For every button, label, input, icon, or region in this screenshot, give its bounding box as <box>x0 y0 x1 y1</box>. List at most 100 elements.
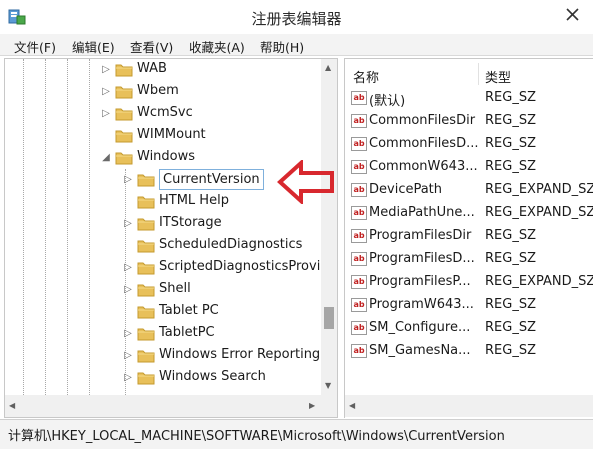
string-value-icon: ab <box>351 298 367 312</box>
expand-arrow-icon[interactable]: ▷ <box>122 261 134 275</box>
folder-icon <box>115 130 133 143</box>
tree-item[interactable]: ▷ WAB <box>5 59 321 81</box>
expand-arrow-icon <box>122 195 134 209</box>
tree-vertical-scrollbar[interactable]: ▲ ▼ <box>321 59 337 395</box>
value-type: REG_SZ <box>485 343 536 358</box>
tree-item[interactable]: ▷ Wbem <box>5 81 321 103</box>
expand-arrow-icon[interactable]: ▷ <box>100 63 112 77</box>
values-list[interactable]: 名称 类型 ab (默认) REG_SZ ab CommonFilesDir REG_SZ… <box>344 58 593 418</box>
string-value-icon: ab <box>351 137 367 151</box>
tree-item[interactable]: ScheduledDiagnostics <box>5 235 321 257</box>
value-name: MediaPathUne... <box>369 205 475 220</box>
scroll-right-icon[interactable]: ▶ <box>309 401 315 410</box>
tree-item[interactable]: HTML Help <box>5 191 321 213</box>
registry-tree[interactable]: ▷ WAB ▷ Wbem ▷ WcmSvc WIMMount ◢ Windows ▷ Current… <box>4 58 338 418</box>
tree-item-label: CurrentVersion <box>159 169 264 190</box>
value-row[interactable]: ab ProgramW643... REG_SZ <box>345 294 593 316</box>
value-name: SM_Configure... <box>369 320 471 335</box>
value-row[interactable]: ab CommonFilesD... REG_SZ <box>345 133 593 155</box>
scroll-up-icon[interactable]: ▲ <box>325 63 331 72</box>
expand-arrow-icon[interactable]: ▷ <box>100 107 112 121</box>
scroll-left-icon[interactable]: ◀ <box>349 401 355 410</box>
value-name: ProgramFilesD... <box>369 251 475 266</box>
menu-view[interactable]: 查看(V) <box>130 37 173 56</box>
value-row[interactable]: ab ProgramFilesD... REG_SZ <box>345 248 593 270</box>
value-row[interactable]: ab ProgramFilesP... REG_EXPAND_SZ <box>345 271 593 293</box>
expand-arrow-icon[interactable]: ▷ <box>122 283 134 297</box>
menu-help[interactable]: 帮助(H) <box>260 37 304 56</box>
column-header-name[interactable]: 名称 <box>353 67 379 86</box>
expand-arrow-icon[interactable]: ◢ <box>100 151 112 165</box>
string-value-icon: ab <box>351 344 367 358</box>
string-value-icon: ab <box>351 114 367 128</box>
value-name: (默认) <box>369 94 406 109</box>
value-row[interactable]: ab DevicePath REG_EXPAND_SZ <box>345 179 593 201</box>
tree-item-label: WcmSvc <box>137 105 193 120</box>
scroll-left-icon[interactable]: ◀ <box>9 401 15 410</box>
tree-item[interactable]: ▷ Windows Error Reporting <box>5 345 321 367</box>
list-horizontal-scrollbar[interactable]: ◀ <box>345 395 593 417</box>
value-type: REG_SZ <box>485 228 536 243</box>
tree-horizontal-scrollbar[interactable]: ◀ ▶ <box>5 395 337 417</box>
value-row[interactable]: ab CommonW643... REG_SZ <box>345 156 593 178</box>
scroll-down-icon[interactable]: ▼ <box>325 381 331 390</box>
value-row[interactable]: ab MediaPathUne... REG_EXPAND_SZ <box>345 202 593 224</box>
scrollbar-thumb[interactable] <box>324 307 334 329</box>
string-value-icon: ab <box>351 229 367 243</box>
value-type: REG_SZ <box>485 113 536 128</box>
expand-arrow-icon[interactable]: ▷ <box>122 173 134 187</box>
menu-edit[interactable]: 编辑(E) <box>72 37 115 56</box>
column-divider[interactable] <box>478 63 479 85</box>
tree-item[interactable]: ▷ WcmSvc <box>5 103 321 125</box>
expand-arrow-icon[interactable]: ▷ <box>122 217 134 231</box>
tree-item[interactable]: ▷ ScriptedDiagnosticsProvi <box>5 257 321 279</box>
tree-item[interactable]: ▷ TabletPC <box>5 323 321 345</box>
tree-item-label: Windows <box>137 149 196 164</box>
folder-icon <box>137 372 155 385</box>
value-row[interactable]: ab (默认) REG_SZ <box>345 87 593 109</box>
value-row[interactable]: ab SM_Configure... REG_SZ <box>345 317 593 339</box>
tree-item[interactable]: ▷ Shell <box>5 279 321 301</box>
value-name: CommonFilesD... <box>369 136 479 151</box>
tree-item-label: ITStorage <box>159 215 222 230</box>
menu-bar: 文件(F) 编辑(E) 查看(V) 收藏夹(A) 帮助(H) <box>0 34 593 56</box>
close-icon[interactable] <box>561 4 587 26</box>
tree-item[interactable]: Tablet PC <box>5 301 321 323</box>
tree-item-label: TabletPC <box>159 325 215 340</box>
value-type: REG_EXPAND_SZ <box>485 182 593 197</box>
tree-item[interactable]: ▷ CurrentVersion <box>5 169 321 191</box>
registry-path: 计算机\HKEY_LOCAL_MACHINE\SOFTWARE\Microsof… <box>8 429 505 444</box>
tree-item[interactable]: WIMMount <box>5 125 321 147</box>
value-name: ProgramFilesP... <box>369 274 471 289</box>
folder-icon <box>115 108 133 121</box>
expand-arrow-icon[interactable]: ▷ <box>100 85 112 99</box>
tree-item-label: ScriptedDiagnosticsProvi <box>159 259 321 274</box>
expand-arrow-icon[interactable]: ▷ <box>122 349 134 363</box>
tree-item-label: Windows Error Reporting <box>159 347 321 362</box>
expand-arrow-icon[interactable]: ▷ <box>122 327 134 341</box>
value-row[interactable]: ab ProgramFilesDir REG_SZ <box>345 225 593 247</box>
title-bar: 注册表编辑器 <box>0 0 593 34</box>
value-type: REG_SZ <box>485 320 536 335</box>
value-name: ProgramFilesDir <box>369 228 472 243</box>
folder-icon <box>137 218 155 231</box>
value-row[interactable]: ab SM_GamesNa... REG_SZ <box>345 340 593 362</box>
value-name: ProgramW643... <box>369 297 474 312</box>
tree-item[interactable]: ◢ Windows <box>5 147 321 169</box>
column-header-type[interactable]: 类型 <box>485 67 511 86</box>
menu-favorites[interactable]: 收藏夹(A) <box>189 37 245 56</box>
menu-file[interactable]: 文件(F) <box>14 37 56 56</box>
tree-item-label: Wbem <box>137 83 179 98</box>
string-value-icon: ab <box>351 91 367 105</box>
expand-arrow-icon[interactable]: ▷ <box>122 371 134 385</box>
tree-item[interactable]: ▷ ITStorage <box>5 213 321 235</box>
folder-icon <box>137 306 155 319</box>
folder-icon <box>115 152 133 165</box>
tree-item[interactable]: ▷ Windows Search <box>5 367 321 389</box>
value-row[interactable]: ab CommonFilesDir REG_SZ <box>345 110 593 132</box>
value-name: SM_GamesNa... <box>369 343 471 358</box>
value-type: REG_EXPAND_SZ <box>485 205 593 220</box>
value-type: REG_SZ <box>485 159 536 174</box>
value-type: REG_SZ <box>485 297 536 312</box>
value-name: CommonFilesDir <box>369 113 476 128</box>
